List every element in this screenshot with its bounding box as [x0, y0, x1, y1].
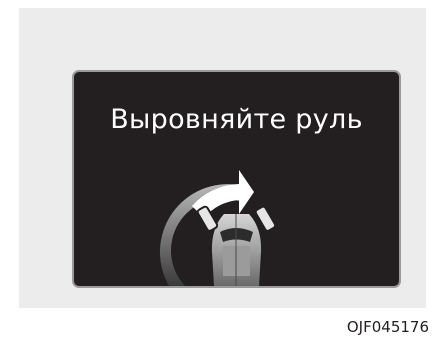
cluster-display: Выровняйте руль: [72, 70, 401, 288]
figure-code: OJF045176: [346, 318, 429, 336]
wheel-alignment-graphic: [159, 170, 277, 286]
car-top-view-icon: [196, 205, 277, 286]
